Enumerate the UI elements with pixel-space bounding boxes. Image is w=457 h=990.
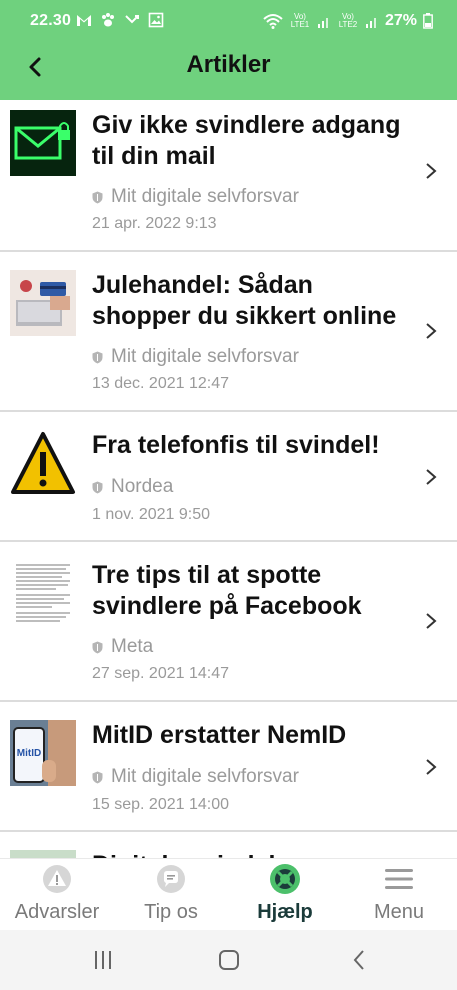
nav-label: Menu [373,901,425,923]
wifi-icon [263,14,283,29]
warning-sign-thumbnail [10,430,76,496]
article-item[interactable]: Tre tips til at spotte svindlere på Face… [0,542,457,702]
warning-icon [41,863,73,895]
nav-advarsler[interactable]: Advarsler [0,863,114,929]
article-source-label: Mit digitale selvforsvar [111,346,299,367]
system-navigation-bar [0,930,457,990]
article-source-label: Meta [111,636,154,657]
article-title: Giv ikke svindlere adgang til din mail [92,111,401,170]
article-item-partial[interactable]: Digitale svindel... [0,832,457,858]
chevron-right-icon [426,613,437,629]
recent-apps-icon [95,951,111,969]
document-thumbnail [10,560,76,626]
article-title: Tre tips til at spotte svindlere på Face… [92,561,362,620]
system-status-icons: Vo) LTE1 Vo) LTE2 27% [263,12,433,30]
shield-icon [92,191,103,203]
online-shopping-thumbnail [10,270,76,336]
paw-icon [102,13,114,27]
nav-tip-os[interactable]: Tip os [114,863,228,929]
nav-label: Hjælp [257,901,313,923]
home-icon [219,950,239,970]
app-header: 22.30 Vo) LTE1 Vo) LTE2 27% Artikler [0,0,457,100]
shield-icon [92,641,103,653]
system-back-icon [353,950,364,970]
lte2-indicator: Vo) LTE2 [338,12,358,29]
partial-thumbnail [10,850,76,858]
home-button[interactable] [214,948,244,972]
lte1-indicator: Vo) LTE1 [290,12,310,29]
article-item[interactable]: Giv ikke svindlere adgang til din mail M… [0,100,457,252]
nav-label: Advarsler [14,901,100,923]
document-text-image [10,560,76,626]
article-date: 21 apr. 2022 9:13 [92,215,217,232]
status-bar: 22.30 Vo) LTE1 Vo) LTE2 27% [0,0,457,44]
signal-icon-2 [365,18,376,28]
recent-apps-button[interactable] [88,948,118,972]
chevron-right-icon [426,163,437,179]
online-shopping-image [10,270,76,336]
battery-text: 27% [384,12,417,29]
signal-icon [317,18,328,28]
help-icon [269,863,301,895]
shield-icon [92,351,103,363]
menu-icon [383,863,415,895]
article-title: Fra telefonfis til svindel! [92,431,380,459]
article-source: Mit digitale selvforsvar [92,346,299,368]
mail-lock-thumbnail [10,110,76,176]
article-source: Mit digitale selvforsvar [92,766,299,788]
phone-missed-icon [125,15,139,24]
notification-icons [76,12,164,28]
nav-menu[interactable]: Menu [342,863,456,929]
shield-icon [92,481,103,493]
nav-label: Tip os [144,901,198,923]
warning-sign-image [10,430,76,496]
article-source-label: Mit digitale selvforsvar [111,186,299,207]
nav-hjaelp[interactable]: Hjælp [228,863,342,929]
article-item[interactable]: Julehandel: Sådan shopper du sikkert onl… [0,252,457,412]
gmail-icon [77,15,91,26]
article-source: Nordea [92,476,173,498]
system-back-button[interactable] [344,948,374,972]
chevron-right-icon [426,469,437,485]
article-title: MitID erstatter NemID [92,721,347,749]
article-item[interactable]: MitID MitID erstatter NemID Mit digitale… [0,702,457,832]
article-date: 15 sep. 2021 14:00 [92,796,230,813]
image-icon [148,12,164,28]
status-time: 22.30 [30,12,72,29]
chevron-right-icon [426,323,437,339]
page-title: Artikler [186,51,271,78]
bottom-navigation: Advarsler Tip os Hjælp Menu [0,858,457,930]
svg-text:MitID: MitID [17,748,41,759]
app-bar: Artikler [0,44,457,100]
article-item[interactable]: Fra telefonfis til svindel! Nordea 1 nov… [0,412,457,542]
article-date: 13 dec. 2021 12:47 [92,375,230,392]
article-title: Julehandel: Sådan shopper du sikkert onl… [92,271,397,330]
mitid-phone-image: MitID [10,720,76,786]
mail-lock-image [10,110,76,176]
article-source-label: Nordea [111,476,174,497]
article-title: Digitale svindel... [92,850,412,858]
article-date: 1 nov. 2021 9:50 [92,506,211,523]
battery-icon [423,13,433,29]
mitid-thumbnail: MitID [10,720,76,786]
article-source: Mit digitale selvforsvar [92,186,299,208]
article-source-label: Mit digitale selvforsvar [111,766,299,787]
chat-icon [155,863,187,895]
shield-icon [92,771,103,783]
article-source: Meta [92,636,153,658]
chevron-right-icon [426,759,437,775]
article-date: 27 sep. 2021 14:47 [92,665,230,682]
article-list[interactable]: Giv ikke svindlere adgang til din mail M… [0,100,457,858]
